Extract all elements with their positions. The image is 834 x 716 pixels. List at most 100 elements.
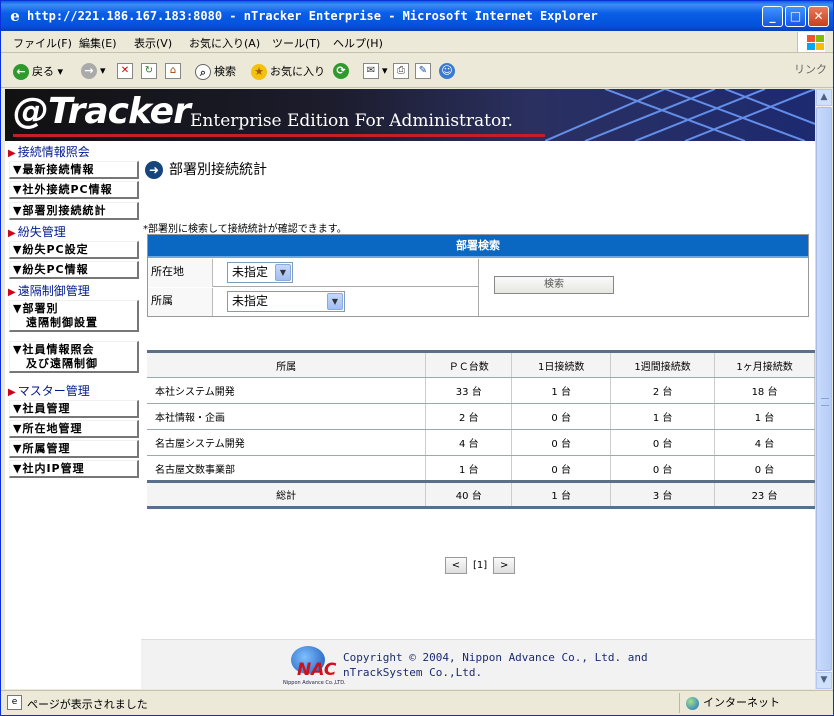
cell-pc-count: 2 台 — [425, 403, 513, 430]
close-button[interactable]: ✕ — [808, 6, 829, 27]
sidebar-item-line: ▼部署別 — [13, 302, 59, 315]
sidebar-item-location[interactable]: ▼所在地管理 — [9, 420, 139, 438]
menu-file[interactable]: ファイル(F) — [13, 35, 72, 51]
location-select[interactable]: 未指定 ▼ — [227, 262, 293, 283]
current-page: [1] — [473, 560, 488, 571]
cell-dept: 名古屋文数事業部 — [147, 455, 427, 482]
main-content: ➜ 部署別接続統計 *部署別に検索して接続統計が確認できます。 部署検索 所在地 … — [141, 141, 815, 639]
table-total-row: 総計 40 台 1 台 3 台 23 台 — [147, 480, 815, 509]
print-button[interactable]: ⎙ — [393, 63, 412, 79]
menu-tools[interactable]: ツール(T) — [272, 35, 320, 51]
home-button[interactable]: ⌂ — [165, 63, 184, 79]
refresh-icon: ↻ — [141, 63, 157, 79]
cell-dept: 本社情報・企画 — [147, 403, 427, 430]
next-page-button[interactable]: > — [493, 557, 516, 574]
grid-graphic-icon — [545, 89, 815, 141]
dept-label: 所属 — [148, 288, 213, 316]
nac-logo: NAC Nippon Advance Co.,LTD. — [283, 646, 347, 686]
favorites-button[interactable]: ★ お気に入り — [251, 63, 325, 80]
links-label[interactable]: リンク — [794, 61, 827, 77]
page-title-text: 部署別接続統計 — [169, 162, 267, 178]
forward-arrow-icon: → — [81, 63, 97, 79]
triangle-icon: ▶ — [8, 287, 16, 298]
cell-monthly: 0 台 — [714, 455, 815, 482]
chevron-down-icon: ▼ — [275, 264, 291, 281]
forward-button[interactable]: → ▾ — [81, 63, 106, 79]
scroll-down-icon[interactable]: ▼ — [816, 672, 832, 689]
cell-total-monthly: 23 台 — [714, 480, 815, 509]
section-label: 紛失管理 — [17, 225, 66, 239]
title-bar: e http://221.186.167.183:8080 - nTracker… — [1, 1, 833, 31]
stats-table: 所属 ＰＣ台数 1日接続数 1週間接続数 1ヶ月接続数 本社システム開発 33 … — [147, 350, 815, 509]
search-submit-button[interactable]: 検索 — [494, 276, 614, 294]
scroll-up-icon[interactable]: ▲ — [816, 89, 832, 106]
stop-button[interactable]: ✕ — [117, 63, 136, 79]
prev-page-button[interactable]: < — [445, 557, 467, 574]
cell-weekly: 2 台 — [610, 377, 716, 404]
edit-button[interactable]: ✎ — [415, 63, 434, 79]
sidebar-item-employee[interactable]: ▼社員管理 — [9, 400, 139, 418]
sidebar-item-lost-pc-setting[interactable]: ▼紛失PC設定 — [9, 241, 139, 259]
section-connection-info: ▶ 接続情報照会 — [8, 143, 90, 160]
col-header-daily: 1日接続数 — [511, 350, 612, 378]
search-panel-header: 部署検索 — [148, 235, 808, 258]
stop-icon: ✕ — [117, 63, 133, 79]
menu-help[interactable]: ヘルプ(H) — [333, 35, 383, 51]
sidebar-item-employee-remote[interactable]: ▼社員情報照会 及び遠隔制御 — [9, 341, 139, 373]
pagination: < [1] > — [445, 557, 516, 574]
arrow-right-icon: ➜ — [145, 161, 163, 179]
page-viewport: @Tracker Enterprise Edition For Administ… — [5, 89, 815, 689]
cell-dept: 本社システム開発 — [147, 377, 427, 404]
grip-icon — [821, 398, 829, 406]
windows-logo-icon — [797, 32, 825, 52]
cell-weekly: 1 台 — [610, 403, 716, 430]
sidebar-item-dept-remote[interactable]: ▼部署別 遠隔制御設置 — [9, 300, 139, 332]
zone-label: インターネット — [703, 696, 780, 709]
page-note: *部署別に検索して接続統計が確認できます。 — [143, 224, 347, 235]
table-row: 名古屋文数事業部 1 台 0 台 0 台 0 台 — [147, 455, 815, 482]
location-label: 所在地 — [148, 259, 213, 287]
section-remote-control: ▶ 遠隔制御管理 — [8, 282, 90, 299]
sidebar-item-latest-connection[interactable]: ▼最新接続情報 — [9, 161, 139, 179]
sidebar-item-dept-stats[interactable]: ▼部署別接続統計 — [9, 202, 139, 220]
location-row: 所在地 未指定 ▼ — [148, 259, 478, 287]
sidebar-item-department[interactable]: ▼所属管理 — [9, 440, 139, 458]
window-title: http://221.186.167.183:8080 - nTracker E… — [27, 9, 598, 23]
ie-icon: e — [10, 7, 20, 25]
maximize-button[interactable]: □ — [785, 6, 806, 27]
page-icon: e — [7, 695, 22, 710]
magnifier-icon: ⌕ — [195, 64, 211, 80]
scroll-thumb[interactable] — [816, 107, 832, 671]
ntracker-logo: @Tracker — [13, 91, 191, 132]
footer: NAC Nippon Advance Co.,LTD. Copyright © … — [141, 639, 815, 689]
minimize-button[interactable]: _ — [762, 6, 783, 27]
cell-pc-count: 33 台 — [425, 377, 513, 404]
status-bar: e ページが表示されました インターネット — [1, 690, 833, 715]
vertical-scrollbar[interactable]: ▲ ▼ — [815, 89, 832, 689]
triangle-icon: ▶ — [8, 387, 16, 398]
cell-daily: 0 台 — [511, 455, 612, 482]
cell-pc-count: 1 台 — [425, 455, 513, 482]
history-button[interactable]: ⟳ — [333, 63, 352, 79]
dept-row: 所属 未指定 ▼ — [148, 288, 478, 316]
table-row: 本社情報・企画 2 台 0 台 1 台 1 台 — [147, 403, 815, 430]
print-icon: ⎙ — [393, 63, 409, 79]
sidebar-item-internal-ip[interactable]: ▼社内IP管理 — [9, 460, 139, 478]
sidebar-item-external-pc[interactable]: ▼社外接続PC情報 — [9, 181, 139, 199]
triangle-icon: ▶ — [8, 228, 16, 239]
col-header-weekly: 1週間接続数 — [610, 350, 716, 378]
messenger-button[interactable]: ☺ — [439, 63, 458, 79]
menu-view[interactable]: 表示(V) — [134, 35, 172, 51]
edition-label: Enterprise Edition For Administrator. — [190, 111, 513, 131]
menu-favorites[interactable]: お気に入り(A) — [189, 35, 260, 51]
refresh-button[interactable]: ↻ — [141, 63, 160, 79]
cell-daily: 0 台 — [511, 403, 612, 430]
sidebar-item-lost-pc-info[interactable]: ▼紛失PC情報 — [9, 261, 139, 279]
back-button[interactable]: ← 戻る ▾ — [13, 63, 63, 80]
search-button[interactable]: ⌕ 検索 — [195, 63, 236, 80]
back-arrow-icon: ← — [13, 64, 29, 80]
dept-select[interactable]: 未指定 ▼ — [227, 291, 345, 312]
mail-button[interactable]: ✉ ▾ — [363, 63, 388, 79]
internet-zone-icon — [686, 696, 699, 710]
menu-edit[interactable]: 編集(E) — [79, 35, 117, 51]
